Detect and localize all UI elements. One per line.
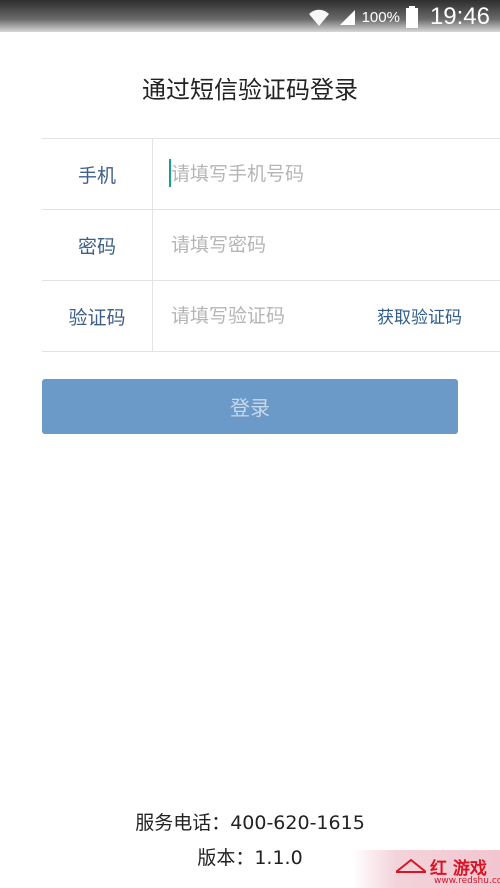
watermark: 红 游戏 www.redshu.com (352, 850, 500, 888)
watermark-url: www.redshu.com (434, 876, 500, 886)
battery-icon (405, 6, 418, 28)
battery-percent: 100% (361, 8, 400, 26)
page-title: 通过短信验证码登录 (142, 76, 358, 104)
phone-input[interactable] (171, 159, 371, 189)
code-row: 验证码 获取验证码 (42, 281, 500, 352)
status-icons: 100% 19:46 (306, 3, 490, 31)
signal-icon (339, 10, 355, 25)
login-form: 手机 密码 验证码 获取验证码 (42, 138, 500, 352)
service-phone: 服务电话：400-620-1615 (135, 812, 365, 834)
password-input[interactable] (171, 230, 371, 260)
wifi-icon (308, 9, 329, 26)
phone-label: 手机 (42, 139, 153, 209)
code-label: 验证码 (42, 281, 153, 351)
get-code-button[interactable]: 获取验证码 (377, 303, 462, 328)
phone-row: 手机 (42, 139, 500, 210)
code-input[interactable] (171, 301, 351, 331)
login-button[interactable]: 登录 (42, 379, 458, 434)
status-bar: 100% 19:46 (0, 0, 500, 32)
password-row: 密码 (42, 210, 500, 281)
clock: 19:46 (429, 3, 490, 30)
watermark-logo-icon (396, 858, 426, 873)
password-label: 密码 (42, 210, 153, 280)
